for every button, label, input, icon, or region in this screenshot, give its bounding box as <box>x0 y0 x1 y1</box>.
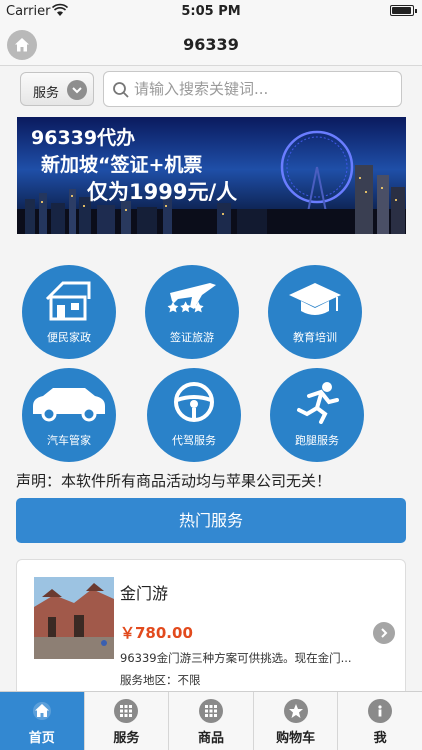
service-label: 教育培训 <box>293 331 337 344</box>
clock: 5:05 PM <box>181 4 241 19</box>
search-row: 服务 <box>0 66 422 112</box>
service-car-care[interactable]: 汽车管家 <box>22 368 116 462</box>
grid-icon <box>114 699 139 723</box>
banner-line-1: 96339代办 <box>31 127 136 149</box>
house-icon <box>45 281 91 321</box>
tab-label: 我 <box>373 731 387 746</box>
service-driver[interactable]: 代驾服务 <box>147 368 241 462</box>
service-label: 便民家政 <box>47 331 91 344</box>
category-dropdown-label: 服务 <box>33 86 60 101</box>
tab-label: 购物车 <box>276 731 316 746</box>
tab-cart[interactable]: 购物车 <box>254 692 339 750</box>
service-label: 签证旅游 <box>170 331 214 344</box>
search-box[interactable] <box>103 71 402 107</box>
product-name: 金门游 <box>120 584 169 603</box>
battery-icon <box>390 5 417 16</box>
service-label: 跑腿服务 <box>295 434 339 447</box>
nav-bar: 96339 <box>0 24 422 66</box>
banner-line-2: 新加坡“签证+机票 <box>41 154 203 176</box>
product-description: 96339金门游三种方案可供挑选。现在金门... <box>120 651 352 665</box>
tab-label: 服务 <box>113 731 140 746</box>
category-dropdown[interactable]: 服务 <box>20 72 94 106</box>
search-icon <box>113 82 129 98</box>
promo-banner[interactable]: 96339代办 新加坡“签证+机票 仅为1999元/人 <box>17 117 406 234</box>
steering-wheel-icon <box>174 382 214 422</box>
hot-services-button[interactable]: 热门服务 <box>16 498 406 543</box>
star-icon <box>283 699 308 723</box>
tab-products[interactable]: 商品 <box>169 692 254 750</box>
service-label: 代驾服务 <box>172 434 216 447</box>
tab-services[interactable]: 服务 <box>85 692 170 750</box>
running-person-icon <box>297 382 339 424</box>
search-input[interactable] <box>134 77 394 101</box>
service-area: 服务地区：不限 <box>120 673 201 687</box>
service-errand[interactable]: 跑腿服务 <box>270 368 364 462</box>
page-title: 96339 <box>183 35 239 54</box>
graduation-cap-icon <box>289 283 341 315</box>
tab-home[interactable]: 首页 <box>0 692 85 750</box>
banner-line-3: 仅为1999元/人 <box>87 180 238 204</box>
disclaimer-text: 声明：本软件所有商品活动均与苹果公司无关！ <box>16 472 332 490</box>
status-bar: Carrier 5:05 PM <box>0 0 422 24</box>
tab-label: 首页 <box>28 731 55 746</box>
info-icon <box>368 699 393 723</box>
tab-me[interactable]: 我 <box>338 692 422 750</box>
car-icon <box>33 388 105 422</box>
tab-label: 商品 <box>197 731 224 746</box>
service-grid: 便民家政 签证旅游 教育培训 汽车管家 代驾服务 跑腿服务 <box>0 262 422 462</box>
product-price: ￥780.00 <box>120 624 193 642</box>
service-housekeeping[interactable]: 便民家政 <box>22 265 116 359</box>
tab-bar: 首页 服务 商品 购物车 我 <box>0 691 422 750</box>
grid-icon <box>198 699 223 723</box>
product-card[interactable]: 金门游 ￥780.00 96339金门游三种方案可供挑选。现在金门... 服务地… <box>16 559 406 699</box>
chevron-down-icon <box>67 80 87 100</box>
chevron-right-icon[interactable] <box>373 622 395 644</box>
service-label: 汽车管家 <box>47 434 91 447</box>
service-education[interactable]: 教育培训 <box>268 265 362 359</box>
airplane-icon <box>167 283 216 313</box>
service-visa-travel[interactable]: 签证旅游 <box>145 265 239 359</box>
home-icon <box>30 699 54 723</box>
product-thumbnail <box>34 577 114 659</box>
